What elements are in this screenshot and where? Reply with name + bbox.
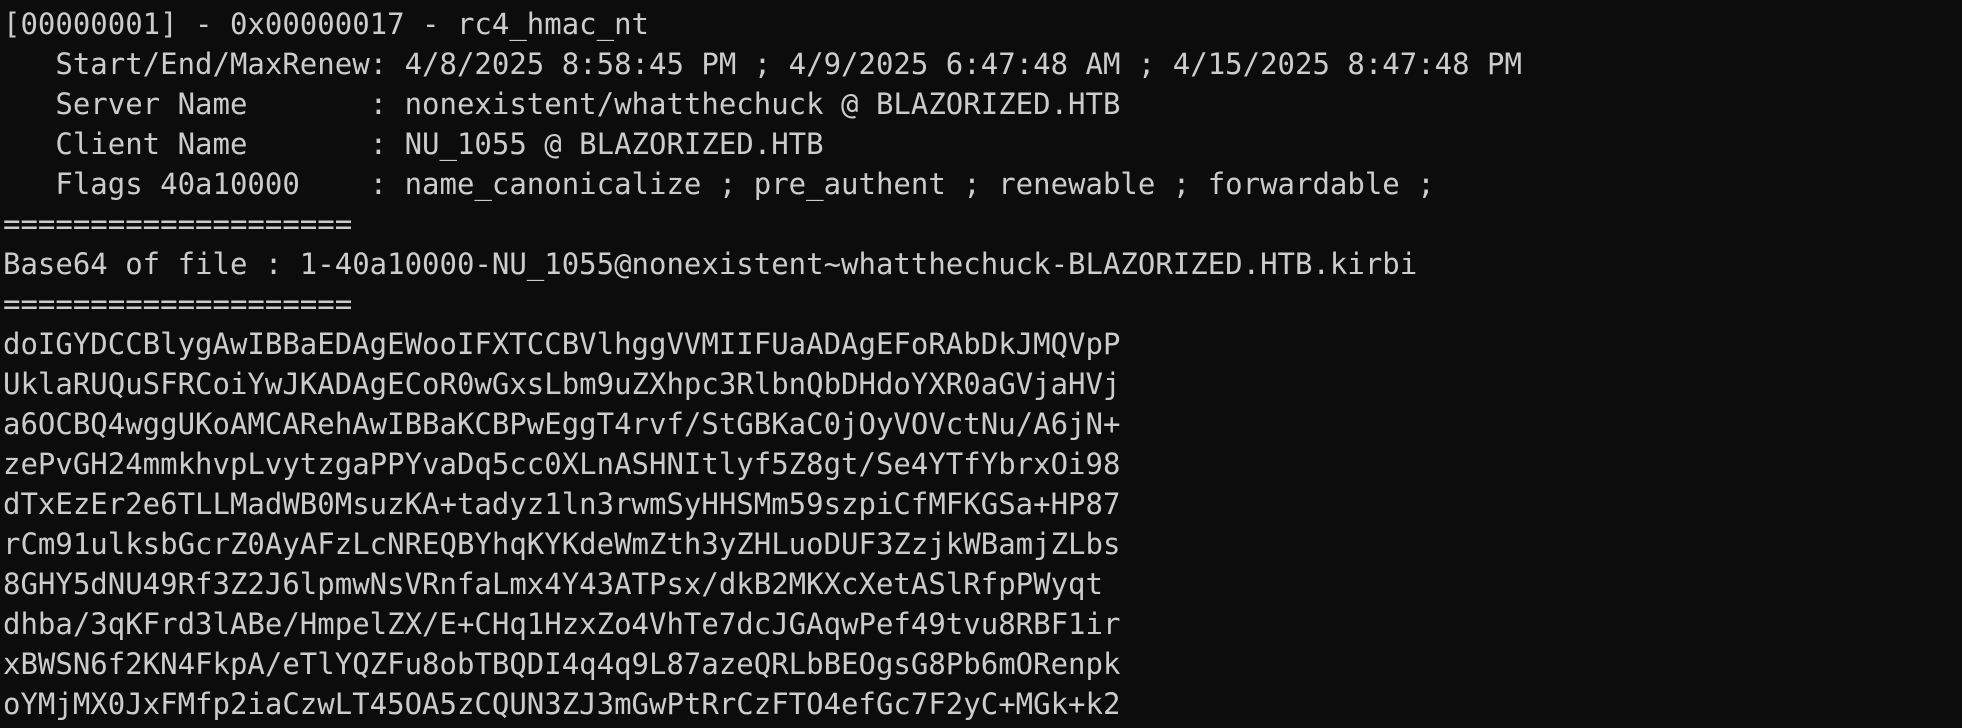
base64-line: a6OCBQ4wggUKoAMCARehAwIBBaKCBPwEggT4rvf/… xyxy=(3,407,1121,441)
base64-line: rCm91ulksbGcrZ0AyAFzLcNREQBYhqKYKdeWmZth… xyxy=(3,527,1121,561)
base64-line: dTxEzEr2e6TLLMadWB0MsuzKA+tadyz1ln3rwmSy… xyxy=(3,487,1121,521)
base64-line: UklaRUQuSFRCoiYwJKADAgECoR0wGxsLbm9uZXhp… xyxy=(3,367,1121,401)
base64-label-line: Base64 of file : 1-40a10000-NU_1055@none… xyxy=(3,247,1418,281)
base64-line: oYMjMX0JxFMfp2iaCzwLT45OA5zCQUN3ZJ3mGwPt… xyxy=(3,687,1121,721)
client-name-line: Client Name : NU_1055 @ BLAZORIZED.HTB xyxy=(3,127,824,161)
separator-line: ==================== xyxy=(3,207,353,241)
base64-line: dhba/3qKFrd3lABe/HmpelZX/E+CHq1HzxZo4VhT… xyxy=(3,607,1121,641)
base64-line: xBWSN6f2KN4FkpA/eTlYQZFu8obTBQDI4q4q9L87… xyxy=(3,647,1121,681)
ticket-header-line: [00000001] - 0x00000017 - rc4_hmac_nt xyxy=(3,7,650,41)
base64-line: doIGYDCCBlygAwIBBaEDAgEWooIFXTCCBVlhggVV… xyxy=(3,327,1121,361)
base64-line: 8GHY5dNU49Rf3Z2J6lpmwNsVRnfaLmx4Y43ATPsx… xyxy=(3,567,1103,601)
flags-line: Flags 40a10000 : name_canonicalize ; pre… xyxy=(3,167,1435,201)
start-end-renew-line: Start/End/MaxRenew: 4/8/2025 8:58:45 PM … xyxy=(3,47,1522,81)
base64-line: zePvGH24mmkhvpLvytzgaPPYvaDq5cc0XLnASHNI… xyxy=(3,447,1121,481)
separator-line: ==================== xyxy=(3,287,353,321)
server-name-line: Server Name : nonexistent/whatthechuck @… xyxy=(3,87,1121,121)
terminal-window[interactable]: [00000001] - 0x00000017 - rc4_hmac_nt St… xyxy=(0,0,1962,728)
